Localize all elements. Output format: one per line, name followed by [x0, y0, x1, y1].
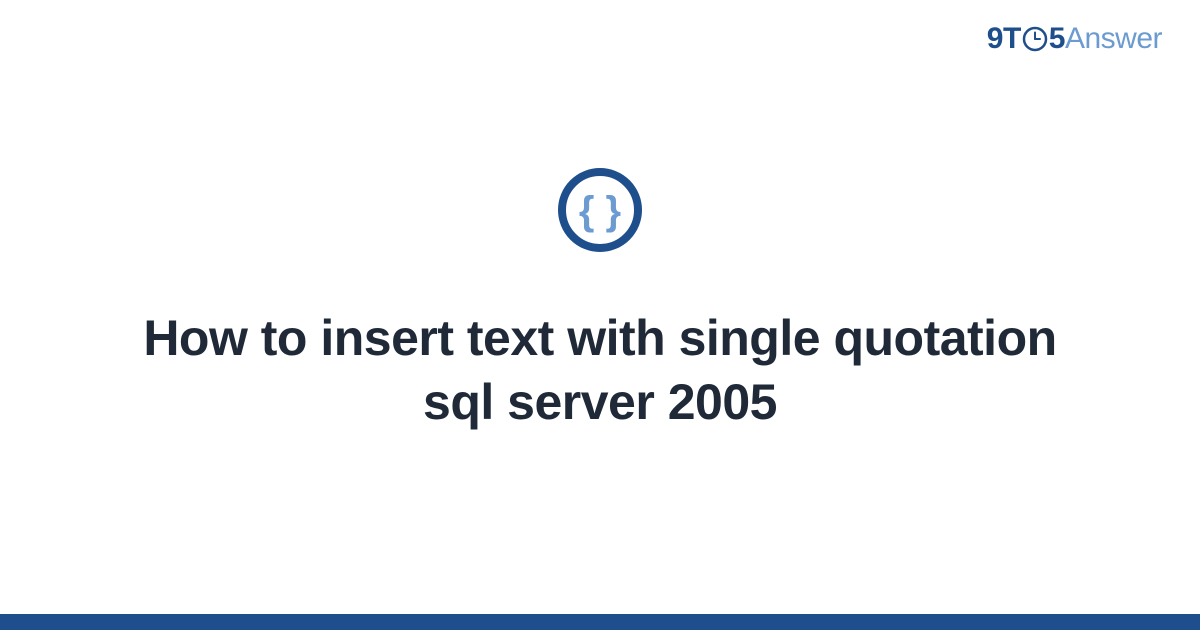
footer-accent-bar: [0, 614, 1200, 630]
main-content: { } How to insert text with single quota…: [0, 0, 1200, 630]
page-title: How to insert text with single quotation…: [140, 306, 1060, 434]
code-braces-icon: { }: [556, 166, 644, 254]
svg-text:{ }: { }: [579, 189, 621, 233]
